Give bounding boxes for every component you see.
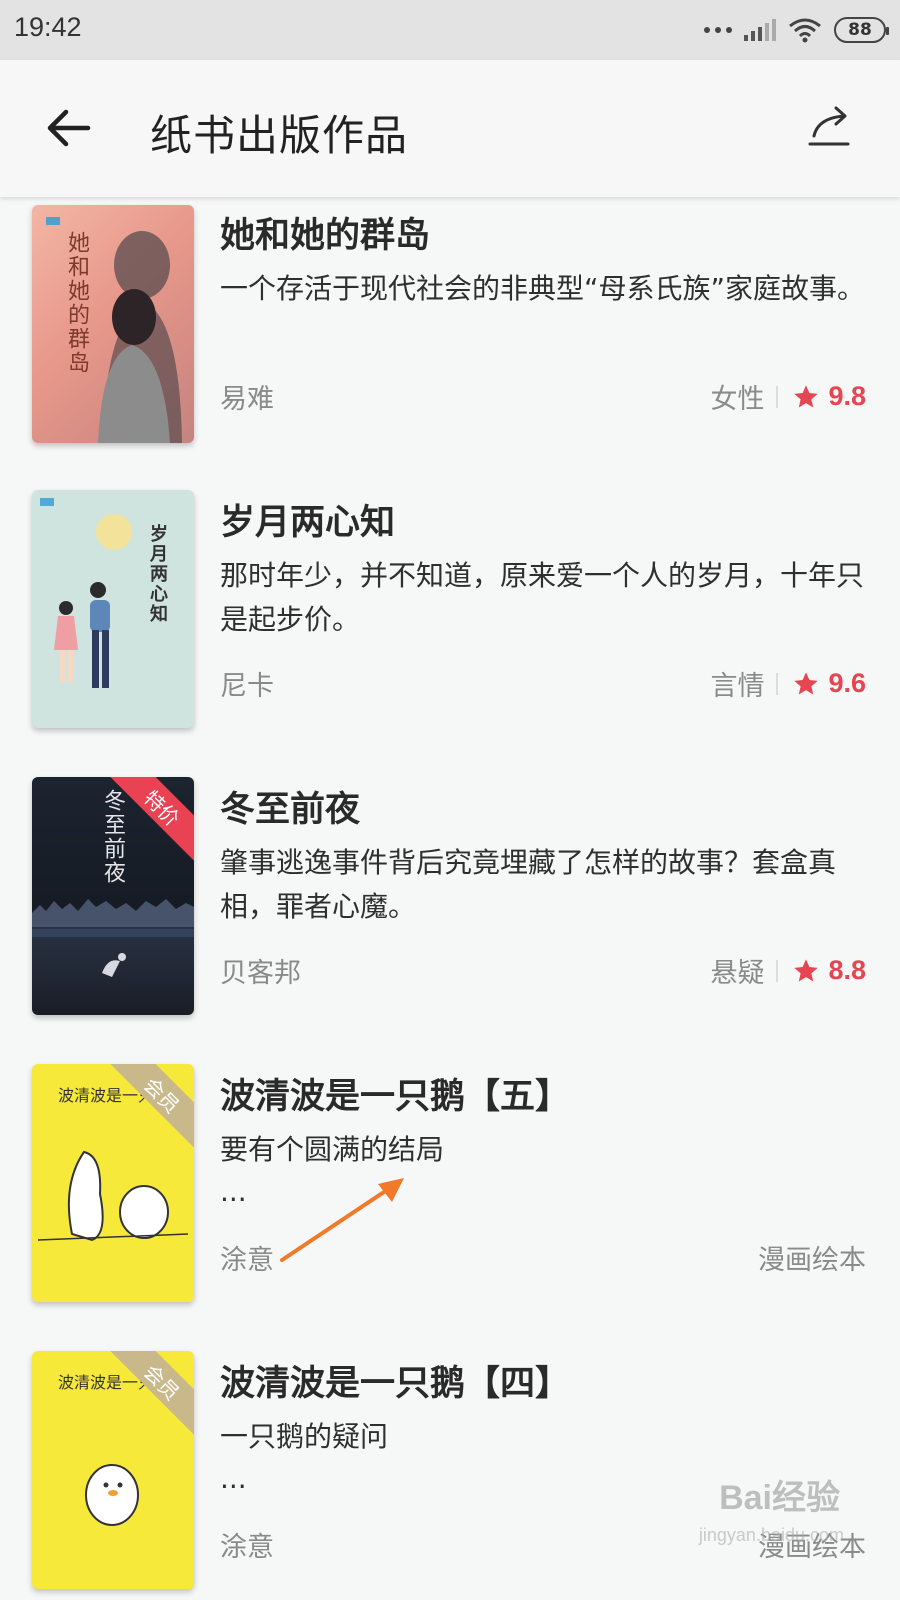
book-author: 涂意: [220, 1532, 274, 1563]
signal-icon: [744, 19, 776, 41]
book-meta: 悬疑 8.8: [710, 951, 866, 990]
book-description: 那时年少，并不知道，原来爱一个人的岁月，十年只是起步价。: [220, 559, 865, 636]
cover-title: 岁月两心知: [147, 524, 168, 624]
book-description: 一个存活于现代社会的非典型“母系氏族”家庭故事。: [220, 272, 866, 305]
status-bar: 19:42 88: [0, 0, 900, 60]
book-cover[interactable]: 波清波是一只 会员: [32, 1351, 194, 1589]
book-meta: 女性 9.8: [710, 377, 866, 416]
cover-title: 冬至前夜: [100, 789, 125, 885]
book-title: 波清波是一只鹅【五】: [220, 1077, 571, 1117]
share-button[interactable]: [804, 100, 854, 156]
watermark-url: jingyan.baidu.com: [698, 1525, 844, 1545]
wifi-icon: [789, 18, 821, 43]
list-item[interactable]: 波清波是一只 会员 波清波是一只鹅【五】 要有个圆满的结局 ... 涂意 漫画绘…: [0, 1058, 900, 1318]
book-rating: 9.8: [828, 381, 866, 411]
book-author: 易难: [220, 384, 274, 415]
status-time: 19:42: [14, 12, 82, 42]
book-title: 岁月两心知: [220, 503, 396, 543]
book-category: 女性: [710, 384, 765, 415]
book-category: 漫画绘本: [758, 1245, 866, 1276]
book-author: 贝客邦: [220, 958, 301, 989]
list-item[interactable]: 冬至前夜 特价 冬至前夜 肇事逃逸事件背后究竟埋藏了怎样的故事？套盒真相，罪者心…: [0, 771, 900, 1031]
description-ellipsis: ...: [220, 1175, 247, 1208]
book-title: 她和她的群岛: [220, 216, 431, 256]
page-title: 纸书出版作品: [150, 111, 409, 160]
battery-icon: 88: [834, 17, 889, 43]
book-description: 肇事逃逸事件背后究竟埋藏了怎样的故事？套盒真相，罪者心魔。: [220, 846, 837, 923]
book-cover[interactable]: 她和她的群岛: [32, 205, 194, 443]
star-icon: [794, 671, 819, 694]
share-icon: [808, 106, 850, 146]
book-list: 她和她的群岛 她和她的群岛 一个存活于现代社会的非典型“母系氏族”家庭故事。 易…: [0, 197, 900, 1600]
book-description: 要有个圆满的结局: [220, 1133, 445, 1166]
meta-divider: [776, 959, 779, 982]
list-item[interactable]: 她和她的群岛 她和她的群岛 一个存活于现代社会的非典型“母系氏族”家庭故事。 易…: [0, 197, 900, 457]
list-item[interactable]: 岁月两心知 岁月两心知 那时年少，并不知道，原来爱一个人的岁月，十年只是起步价。…: [0, 484, 900, 744]
star-icon: [794, 384, 819, 407]
star-icon: [794, 958, 819, 981]
book-cover[interactable]: 冬至前夜 特价: [32, 777, 194, 1015]
book-rating: 9.6: [828, 668, 866, 698]
book-meta: 言情 9.6: [710, 664, 866, 703]
book-description: 一只鹅的疑问: [220, 1420, 389, 1453]
book-author: 尼卡: [220, 671, 274, 702]
cover-title: 她和她的群岛: [64, 231, 89, 375]
book-title: 波清波是一只鹅【四】: [220, 1364, 571, 1404]
book-author: 涂意: [220, 1245, 274, 1276]
book-rating: 8.8: [828, 955, 866, 985]
app-bar: 纸书出版作品: [0, 60, 900, 197]
watermark: Bai经验: [719, 1479, 840, 1517]
more-dots-icon: [704, 27, 732, 33]
book-cover[interactable]: 波清波是一只 会员: [32, 1064, 194, 1302]
book-category: 言情: [710, 671, 765, 702]
book-meta: 漫画绘本: [758, 1238, 866, 1277]
book-category: 悬疑: [710, 958, 765, 989]
book-cover[interactable]: 岁月两心知: [32, 490, 194, 728]
book-title: 冬至前夜: [220, 790, 361, 830]
cover-illustration: [46, 217, 182, 443]
arrow-left-icon: [47, 109, 91, 147]
meta-divider: [776, 385, 779, 408]
back-button[interactable]: [40, 100, 100, 156]
status-icons: 88: [704, 14, 889, 46]
meta-divider: [776, 672, 779, 695]
